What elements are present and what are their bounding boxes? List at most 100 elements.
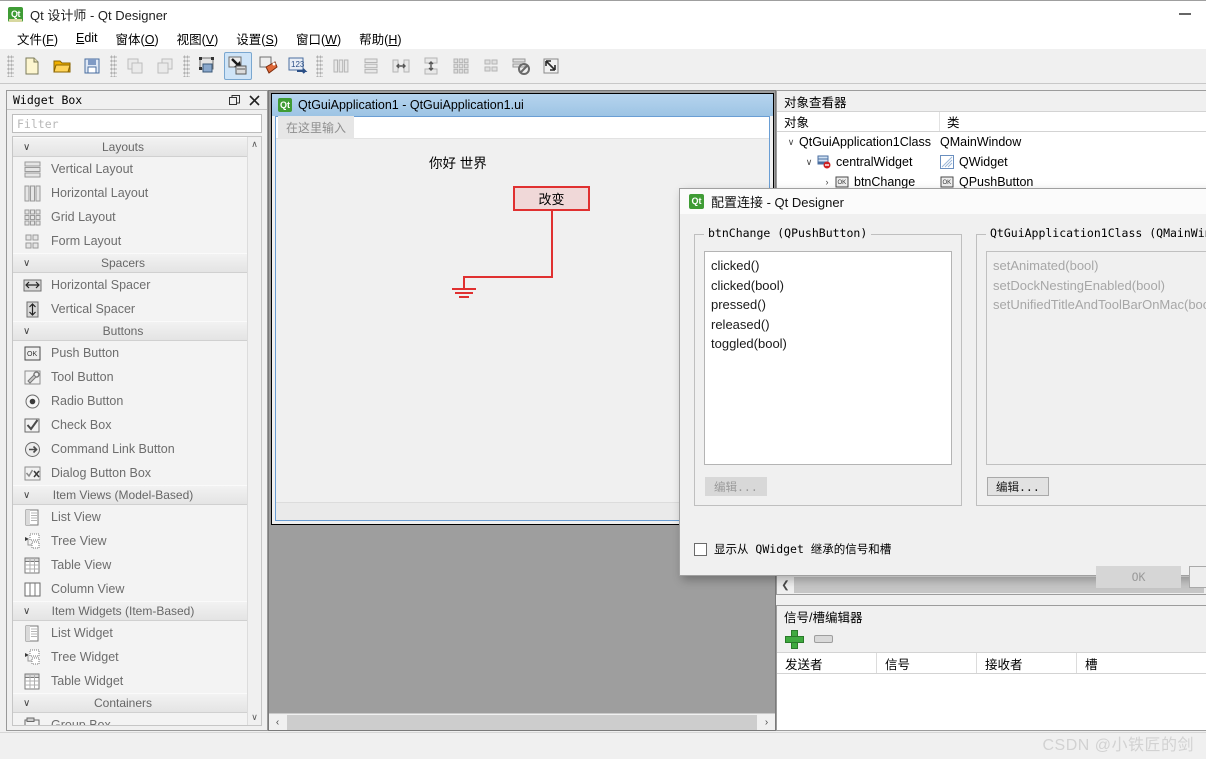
widget-box-item[interactable]: OKPush Button: [13, 341, 247, 365]
widget-box-group-header[interactable]: ∨Containers: [13, 693, 247, 713]
edit-buddies-mode-icon[interactable]: [254, 52, 282, 80]
widget-box-scrollbar[interactable]: ∧ ∨: [247, 137, 261, 725]
layout-in-splitter-v-icon[interactable]: [417, 52, 445, 80]
widget-box-item[interactable]: Horizontal Layout: [13, 181, 247, 205]
ok-button[interactable]: OK: [1096, 566, 1181, 588]
menu-item-4[interactable]: 设置(S): [227, 27, 287, 50]
widget-box-item[interactable]: Table Widget: [13, 669, 247, 693]
new-form-icon[interactable]: [18, 52, 46, 80]
cancel-button[interactable]: Cancel: [1189, 566, 1206, 588]
object-inspector-row[interactable]: ∨centralWidgetQWidget: [777, 152, 1206, 172]
scrollbar-thumb[interactable]: [287, 715, 757, 730]
signal-list-item[interactable]: pressed(): [711, 295, 951, 315]
widget-box-item[interactable]: Group Box: [13, 713, 247, 725]
scroll-down-arrow-icon[interactable]: ∨: [251, 710, 258, 725]
slot-list-item[interactable]: setUnifiedTitleAndToolBarOnMac(bool): [993, 295, 1206, 315]
close-icon[interactable]: [249, 95, 260, 106]
signal-list-item[interactable]: released(): [711, 315, 951, 335]
widget-box-item[interactable]: List Widget: [13, 621, 247, 645]
widget-box-group-header[interactable]: ∨Spacers: [13, 253, 247, 273]
widget-box-item[interactable]: Grid Layout: [13, 205, 247, 229]
signal-slot-editor-body[interactable]: [777, 674, 1206, 730]
chevron-right-icon[interactable]: ›: [819, 177, 835, 187]
menu-item-6[interactable]: 帮助(H): [350, 27, 410, 50]
signal-list-item[interactable]: clicked(bool): [711, 276, 951, 296]
widget-box-group-header[interactable]: ∨Layouts: [13, 137, 247, 157]
widget-box-item[interactable]: Tool Button: [13, 365, 247, 389]
oi-scroll-left-arrow-icon[interactable]: ❮: [777, 577, 794, 594]
signal-list-item[interactable]: clicked(): [711, 256, 951, 276]
show-inherited-checkbox[interactable]: [694, 543, 707, 556]
widget-box-group-header[interactable]: ∨Buttons: [13, 321, 247, 341]
layout-vertically-icon[interactable]: [357, 52, 385, 80]
widget-box-filter-input[interactable]: Filter: [12, 114, 262, 133]
widget-box-item[interactable]: Dialog Button Box: [13, 461, 247, 485]
scroll-up-arrow-icon[interactable]: ∧: [251, 137, 258, 152]
layout-in-splitter-h-icon[interactable]: [387, 52, 415, 80]
open-form-icon[interactable]: [48, 52, 76, 80]
column-header-sender[interactable]: 发送者: [777, 653, 877, 673]
edit-signals-slots-mode-icon[interactable]: [224, 52, 252, 80]
widget-box-item[interactable]: List View: [13, 505, 247, 529]
toolbar-grip-3[interactable]: [183, 55, 190, 77]
column-header-class[interactable]: 类: [940, 112, 1206, 131]
undock-icon[interactable]: [229, 95, 240, 106]
slot-list-item[interactable]: setAnimated(bool): [993, 256, 1206, 276]
form-window-titlebar[interactable]: Qt QtGuiApplication1 - QtGuiApplication1…: [272, 94, 773, 116]
widget-box-group-header[interactable]: ∨Item Views (Model-Based): [13, 485, 247, 505]
toolbar-grip-4[interactable]: [316, 55, 323, 77]
column-header-object[interactable]: 对象: [777, 112, 940, 131]
undo-icon[interactable]: [121, 52, 149, 80]
mdi-horizontal-scrollbar[interactable]: ‹ ›: [269, 713, 775, 730]
menu-item-2[interactable]: 窗体(O): [107, 27, 168, 50]
signals-list[interactable]: clicked()clicked(bool)pressed()released(…: [704, 251, 952, 465]
widget-box-item[interactable]: Command Link Button: [13, 437, 247, 461]
signals-edit-button[interactable]: 编辑...: [705, 477, 767, 496]
scroll-right-arrow-icon[interactable]: ›: [758, 714, 775, 731]
menu-item-3[interactable]: 视图(V): [168, 27, 228, 50]
slot-list-item[interactable]: setDockNestingEnabled(bool): [993, 276, 1206, 296]
slots-edit-button[interactable]: 编辑...: [987, 477, 1049, 496]
column-header-slot[interactable]: 槽: [1077, 653, 1206, 673]
column-header-signal[interactable]: 信号: [877, 653, 977, 673]
widget-box-item[interactable]: Check Box: [13, 413, 247, 437]
column-header-receiver[interactable]: 接收者: [977, 653, 1077, 673]
widget-box-item[interactable]: Tree Widget: [13, 645, 247, 669]
object-inspector-row[interactable]: ∨QtGuiApplication1ClassQMainWindow: [777, 132, 1206, 152]
break-layout-icon[interactable]: [507, 52, 535, 80]
signal-list-item[interactable]: toggled(bool): [711, 334, 951, 354]
edit-tab-order-mode-icon[interactable]: 123: [284, 52, 312, 80]
form-button-btnChange[interactable]: 改变: [513, 186, 590, 211]
widget-box-item[interactable]: Tree View: [13, 529, 247, 553]
chevron-down-icon[interactable]: ∨: [783, 137, 799, 148]
save-form-icon[interactable]: [78, 52, 106, 80]
redo-icon[interactable]: [151, 52, 179, 80]
widget-box-item[interactable]: Table View: [13, 553, 247, 577]
menu-item-5[interactable]: 窗口(W): [287, 27, 350, 50]
widget-box-item[interactable]: Vertical Layout: [13, 157, 247, 181]
remove-icon[interactable]: [814, 635, 833, 643]
widget-box-item[interactable]: Column View: [13, 577, 247, 601]
widget-box-group-header[interactable]: ∨Item Widgets (Item-Based): [13, 601, 247, 621]
add-icon[interactable]: [785, 630, 804, 649]
adjust-size-icon[interactable]: [537, 52, 565, 80]
toolbar-grip-2[interactable]: [110, 55, 117, 77]
widget-box-item[interactable]: Form Layout: [13, 229, 247, 253]
layout-form-icon[interactable]: [477, 52, 505, 80]
widget-box-item[interactable]: Horizontal Spacer: [13, 273, 247, 297]
form-label-hello[interactable]: 你好 世界: [429, 152, 487, 172]
widget-box-item[interactable]: Radio Button: [13, 389, 247, 413]
widget-box-item[interactable]: Vertical Spacer: [13, 297, 247, 321]
edit-widgets-mode-icon[interactable]: [194, 52, 222, 80]
scroll-left-arrow-icon[interactable]: ‹: [269, 714, 286, 731]
menu-item-0[interactable]: 文件(F): [8, 27, 67, 50]
show-inherited-checkbox-row[interactable]: 显示从 QWidget 继承的信号和槽: [694, 541, 891, 557]
chevron-down-icon[interactable]: ∨: [801, 157, 817, 168]
layout-grid-icon[interactable]: [447, 52, 475, 80]
form-menu-placeholder[interactable]: 在这里输入: [278, 116, 354, 139]
layout-horizontally-icon[interactable]: [327, 52, 355, 80]
slots-list[interactable]: setAnimated(bool)setDockNestingEnabled(b…: [986, 251, 1206, 465]
minimize-button[interactable]: [1164, 1, 1206, 28]
toolbar-grip[interactable]: [7, 55, 14, 77]
menu-item-1[interactable]: Edit: [67, 29, 107, 47]
